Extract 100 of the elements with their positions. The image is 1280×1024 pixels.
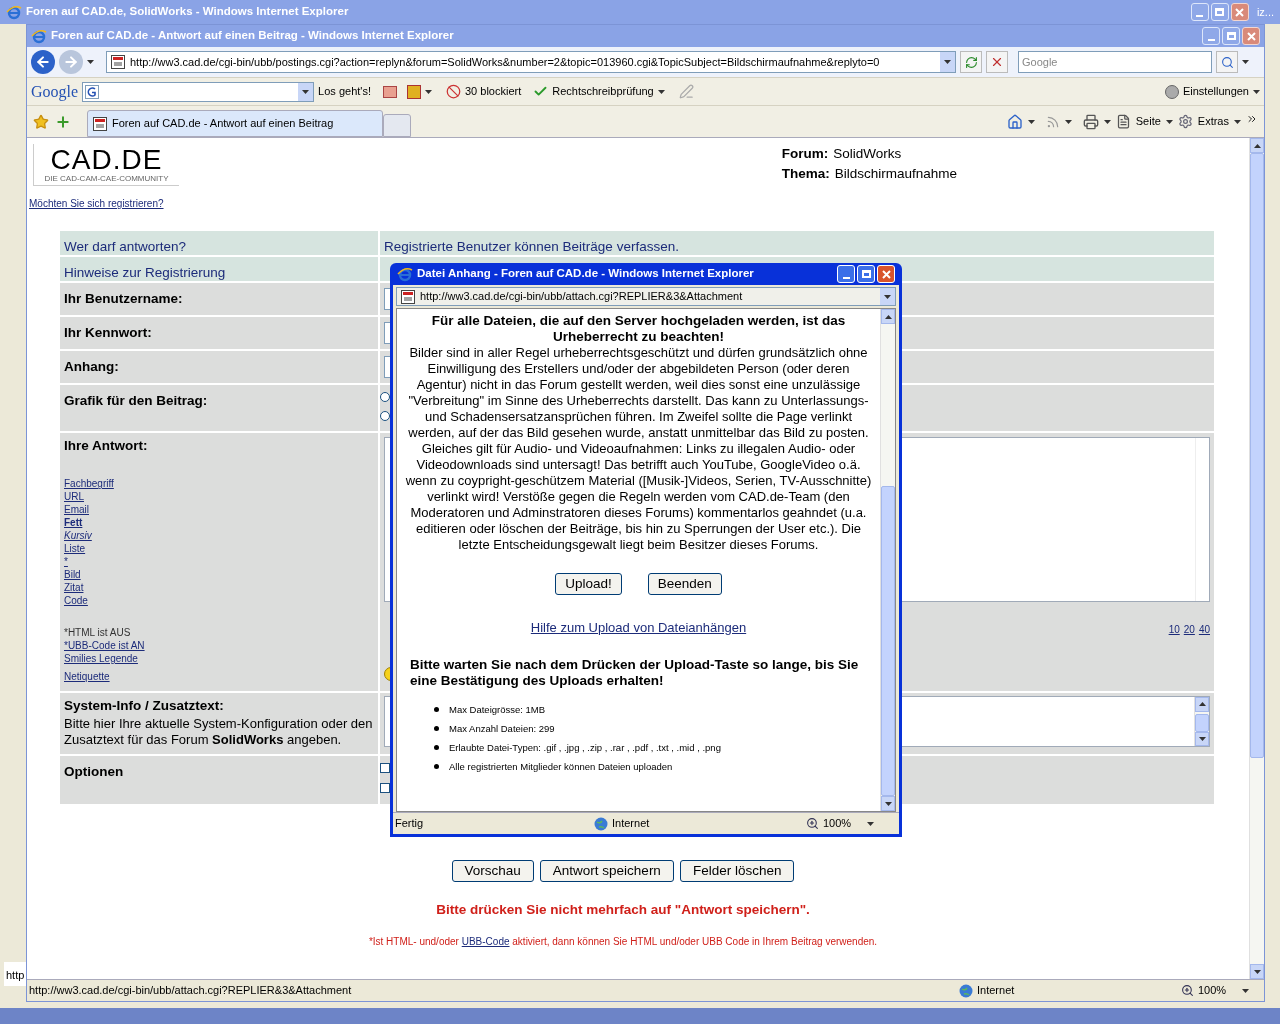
caret-icon[interactable] [1242,988,1250,993]
zone-text: Internet [612,816,651,832]
caret-icon[interactable] [867,821,875,826]
form-button[interactable]: Vorschau [451,860,534,882]
format-link[interactable]: Zitat [64,581,84,595]
search-icon [1220,55,1234,69]
help-link[interactable]: *UBB-Code ist AN [64,639,145,653]
back-button[interactable] [31,50,55,74]
scroll-down-icon[interactable] [1253,969,1261,974]
command-menu-button[interactable]: Seite [1135,113,1161,130]
status-text: Fertig [395,816,425,832]
stop-icon [990,55,1004,69]
popup-blocker-button[interactable]: 30 blockiert [464,83,522,100]
checkbox[interactable] [380,763,390,773]
scrollbar[interactable] [880,309,895,811]
refresh-icon [964,55,978,69]
browser-tab[interactable]: Foren auf CAD.de - Antwort auf einen Beitrag [87,110,383,137]
caret-icon[interactable] [1253,89,1260,94]
zoom-icon[interactable] [1181,984,1194,997]
format-link[interactable]: Liste [64,542,86,556]
search-field[interactable]: Google [1018,51,1212,73]
google-icon [85,84,100,99]
warning-text: Bitte drücken Sie nicht mehrfach auf "Antwort speichern". [436,901,810,919]
format-link[interactable]: URL [64,490,84,504]
caret-icon[interactable] [1165,119,1173,124]
search-button[interactable] [1216,51,1238,73]
ubb-code-link[interactable]: UBB-Code [461,936,510,948]
page-icon [1115,114,1131,129]
news-icon[interactable] [382,85,397,98]
scroll-down-icon[interactable] [884,801,892,806]
format-link[interactable]: Bild [64,568,81,582]
zoom-icon[interactable] [806,817,819,830]
format-link[interactable]: Fett [64,516,83,530]
caret-icon[interactable] [1103,119,1111,124]
caret-icon[interactable] [1064,119,1072,124]
caret-icon[interactable] [424,89,432,94]
close-icon [1235,7,1245,17]
info-value: SolidWorks [833,145,902,163]
spellcheck-button[interactable]: Rechtschreibprüfung [552,83,654,100]
close-button[interactable] [1230,3,1249,21]
add-favorite-icon[interactable] [55,113,71,130]
bullet-icon [434,726,439,731]
note-text: *HTML ist AUS [64,626,132,640]
zoom-level[interactable]: 100% [1198,982,1227,999]
close-button[interactable] [1242,27,1260,45]
checkbox[interactable] [380,783,390,793]
home-icon[interactable] [1006,113,1023,130]
scrollbar[interactable] [1249,138,1264,979]
caret-icon[interactable] [87,60,94,64]
size-link[interactable]: 20 [1183,622,1195,637]
scrollbar[interactable] [1194,697,1209,746]
dropdown-icon[interactable] [944,60,951,64]
form-button[interactable]: Antwort speichern [539,860,674,882]
bullet-icon [434,745,439,750]
format-link[interactable]: Code [64,594,88,608]
forward-arrow-icon [63,54,79,70]
refresh-button[interactable] [960,51,982,73]
scroll-up-icon[interactable] [1198,702,1206,707]
fact-text: Alle registrierten Mitglieder können Dateien uploaden [449,759,673,774]
stop-button[interactable] [986,51,1008,73]
register-link[interactable]: Möchten Sie sich registrieren? [29,196,179,211]
copyright-paragraph: Bilder sind in aller Regel urheberrechtsgeschützt und dürfen grundsätzlich ohne Einwilligung des Erstellers und/oder der abgebildeten Person (oder deren Agentur) nicht in das Forum gestellt werden, weil dies sonst eine unzulässige "Verbreitung" im Sinne des Urheberrechts darstellt. Das kann zu Unterlassungs- und Schadensersatzansprüchen führen. Im Zweifel sollte die Page verlinkt werden, auf der das Bild gesehen wurde, anstatt unmittelbar das Bild zu posten. Gleiches gilt für Audio- und Videoaufnahmen: Links zu illegalen Audio- oder Videodownloads sind untersagt! Das betrifft auch YouTube, GoogleVideo o.ä. wenn zu coypright-geschützem Material ([Musik-]Videos, Serien, TV-Ausschnitte) verlinkt wird! Verstöße gegen die Regeln werden vom CAD.de-Team (den Moderatoren und Adminstratoren dieses Forums) kommentarlos geahndet (u.a. editieren oder löschen der Beiträge, bis hin zu Sperrungen der User etc.). Die letzte Entscheidungsgewalt liegt beim Besitzer dieses Forums. [404,345,873,553]
popup-button[interactable]: Beenden [647,573,722,595]
scroll-down-icon[interactable] [1198,736,1206,741]
google-search-field[interactable] [82,81,315,102]
help-link[interactable]: Hilfe zum Upload von Dateianhängen [530,618,747,638]
printer-icon[interactable] [1082,113,1099,130]
popup-button[interactable]: Upload! [555,573,622,595]
caret-icon[interactable] [1234,119,1241,124]
info-label: Thema: [781,165,830,183]
zoom-level[interactable]: 100% [823,815,852,832]
size-link[interactable]: 40 [1198,622,1210,637]
scroll-up-icon[interactable] [1253,143,1261,148]
caret-icon[interactable] [1027,119,1035,124]
favorites-star-icon[interactable] [33,113,49,130]
help-link[interactable]: Smilies Legende [64,652,138,666]
format-link[interactable]: Email [64,503,89,517]
format-link[interactable]: Fachbegriff [64,477,114,491]
format-link[interactable]: Kursiv [64,529,92,543]
size-link[interactable]: 10 [1168,622,1180,637]
form-button[interactable]: Felder löschen [679,860,795,882]
address-field[interactable]: http://ww3.cad.de/cgi-bin/ubb/postings.cgi?action=replyn&forum=SolidWorks&number=2&topic=013960.cgi&TopicSubject=Bildschirmaufnahme&replyto=0 [106,51,956,73]
caret-icon[interactable] [657,89,665,94]
popup-blocker-icon [445,84,461,99]
fact-text: Erlaubte Datei-Typen: .gif , .jpg , .zip , .rar , .pdf , .txt , .mid , .png [449,740,721,755]
caret-icon[interactable] [1242,60,1249,64]
address-field[interactable]: http://ww3.cad.de/cgi-bin/ubb/attach.cgi?REPLIER&3&Attachment [396,287,896,306]
help-link[interactable]: Netiquette [64,670,110,684]
go-button[interactable]: Los geht's! [318,83,371,100]
bullet-icon [434,707,439,712]
dropdown-icon[interactable] [302,89,310,94]
settings-icon [1164,84,1179,99]
command-menu-button[interactable]: Extras [1197,113,1229,130]
browser-logo-icon [31,28,47,44]
blocks-icon[interactable] [406,84,421,99]
window-title: iz... [1256,4,1274,20]
window-title: Foren auf CAD.de - Antwort auf einen Beitrag - Windows Internet Explorer [51,28,455,44]
settings-button[interactable]: Einstellungen [1182,83,1249,100]
dropdown-icon[interactable] [884,294,891,299]
page-icon [400,288,416,305]
